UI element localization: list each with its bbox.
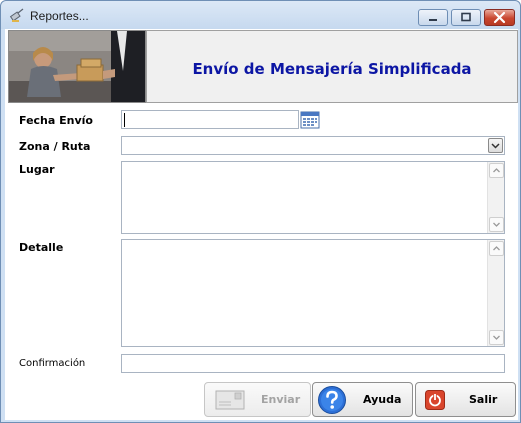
confirmacion-label: Confirmación — [19, 358, 86, 369]
app-window: Reportes... Envío de Mensajería Simplifi… — [0, 0, 521, 423]
chevron-down-icon — [493, 222, 500, 227]
dialog-body: Envío de Mensajería Simplificada Fecha E… — [5, 29, 518, 420]
dialog-heading: Envío de Mensajería Simplificada — [192, 60, 472, 78]
chevron-up-icon — [493, 168, 500, 173]
chevron-down-icon — [491, 143, 500, 149]
maximize-icon — [461, 12, 471, 22]
scroll-up-button[interactable] — [489, 241, 504, 256]
detalle-textarea[interactable] — [121, 239, 505, 347]
lugar-scrollbar[interactable] — [487, 162, 504, 233]
exit-icon — [425, 390, 445, 410]
satellite-icon — [9, 8, 24, 22]
lugar-label: Lugar — [19, 163, 55, 176]
close-icon — [493, 11, 506, 24]
close-button[interactable] — [484, 9, 515, 26]
calendar-icon[interactable] — [300, 110, 320, 129]
scroll-down-button[interactable] — [489, 330, 504, 345]
chevron-down-icon — [493, 335, 500, 340]
envelope-icon — [215, 390, 245, 410]
fecha-envio-label: Fecha Envío — [19, 114, 93, 127]
title-bar[interactable]: Reportes... — [1, 1, 520, 29]
salir-button[interactable]: Salir — [415, 382, 516, 417]
header-photo — [8, 30, 146, 103]
enviar-button[interactable]: Enviar — [204, 382, 311, 417]
confirmacion-input[interactable] — [121, 354, 505, 373]
header-banner: Envío de Mensajería Simplificada — [146, 30, 518, 103]
zona-ruta-label: Zona / Ruta — [19, 140, 91, 153]
ayuda-label: Ayuda — [363, 393, 402, 406]
ayuda-button[interactable]: Ayuda — [312, 382, 413, 417]
scroll-down-button[interactable] — [489, 217, 504, 232]
minimize-button[interactable] — [418, 9, 448, 26]
lugar-textarea[interactable] — [121, 161, 505, 234]
salir-label: Salir — [469, 393, 498, 406]
help-icon — [318, 386, 346, 414]
maximize-button[interactable] — [451, 9, 481, 26]
text-caret — [124, 113, 125, 127]
zona-ruta-select[interactable] — [121, 136, 505, 155]
scroll-up-button[interactable] — [489, 163, 504, 178]
enviar-label: Enviar — [261, 393, 301, 406]
window-title: Reportes... — [30, 9, 89, 23]
dropdown-button[interactable] — [488, 138, 503, 153]
minimize-icon — [429, 19, 437, 21]
detalle-scrollbar[interactable] — [487, 240, 504, 346]
courier-delivery-image — [9, 31, 145, 102]
fecha-envio-input[interactable] — [121, 110, 299, 129]
chevron-up-icon — [493, 246, 500, 251]
detalle-label: Detalle — [19, 241, 64, 254]
